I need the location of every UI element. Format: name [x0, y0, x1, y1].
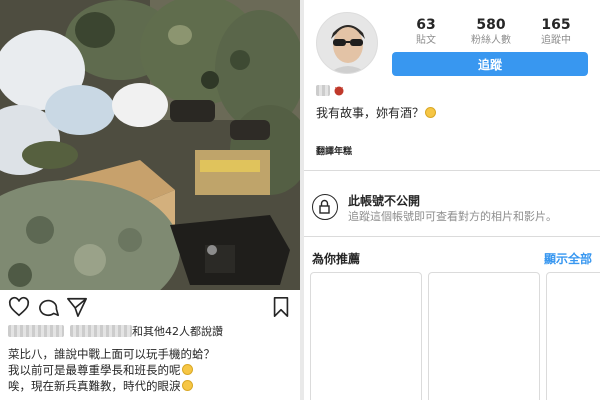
- stat-posts[interactable]: 63 貼文: [394, 16, 458, 48]
- caption-line: 我以前可是最尊重學長和班長的呢: [8, 362, 296, 378]
- post-caption: 菜比八，誰說中戰上面可以玩手機的蛤？ 我以前可是最尊重學長和班長的呢 唉，現在新…: [8, 346, 296, 394]
- comment-icon[interactable]: [38, 296, 60, 318]
- blurred-username: [8, 325, 64, 337]
- share-icon[interactable]: [66, 296, 88, 318]
- private-account-desc: 追蹤這個帳號即可查看對方的相片和影片。: [348, 210, 557, 223]
- caption-line-text: 唉，現在新兵真難教，時代的眼淚: [8, 379, 181, 393]
- follow-button[interactable]: 追蹤: [392, 52, 588, 76]
- post-photo[interactable]: [0, 0, 300, 290]
- blurred-username: [70, 325, 132, 337]
- caption-line-text: 我以前可是最尊重學長和班長的呢: [8, 363, 181, 377]
- lock-icon-frame: [312, 194, 338, 220]
- caption-line: 唉，現在新兵真難教，時代的眼淚: [8, 378, 296, 394]
- thinking-emoji-icon: [181, 380, 193, 391]
- lock-icon: [319, 199, 330, 214]
- profile-bio: 我有故事，妳有酒？: [316, 104, 437, 121]
- stat-posts-count: 63: [416, 17, 436, 33]
- profile-name: [316, 84, 345, 96]
- stat-following[interactable]: 165 追蹤中: [524, 16, 588, 48]
- avatar-image: [317, 13, 377, 73]
- private-account-title: 此帳號不公開: [348, 194, 421, 208]
- show-all-link[interactable]: 顯示全部: [544, 250, 592, 267]
- profile-panel: 63 貼文 580 粉絲人數 165 追蹤中 追蹤 我有故事，妳有酒？ 翻譯年糕…: [304, 0, 600, 400]
- post-actions: [0, 292, 300, 320]
- thinking-emoji-icon: [425, 107, 437, 118]
- bookmark-icon[interactable]: [270, 296, 292, 318]
- divider: [304, 170, 600, 171]
- likes-text: 和其他42人都說讚: [132, 325, 223, 338]
- translate-label[interactable]: 翻譯年糕: [316, 144, 352, 157]
- divider: [304, 236, 600, 237]
- likes-line[interactable]: 和其他42人都說讚: [8, 322, 223, 340]
- recommendation-card[interactable]: [310, 272, 422, 400]
- post-photo-illustration: [0, 0, 300, 290]
- stat-posts-label: 貼文: [416, 35, 436, 46]
- recommendation-card[interactable]: [428, 272, 540, 400]
- stat-followers-count: 580: [476, 17, 506, 33]
- stat-following-count: 165: [541, 17, 571, 33]
- stat-followers[interactable]: 580 粉絲人數: [459, 16, 523, 48]
- recommendation-card[interactable]: [546, 272, 600, 400]
- caption-line: 菜比八，誰說中戰上面可以玩手機的蛤？: [8, 347, 215, 361]
- stat-following-label: 追蹤中: [541, 35, 571, 46]
- laughing-emoji-icon: [181, 364, 193, 375]
- stat-followers-label: 粉絲人數: [471, 35, 511, 46]
- devil-emoji-icon: [334, 86, 344, 96]
- blurred-name: [316, 84, 330, 96]
- avatar[interactable]: [316, 12, 378, 74]
- heart-icon[interactable]: [8, 296, 30, 318]
- profile-bio-text: 我有故事，妳有酒？: [316, 106, 425, 120]
- recommend-title: 為你推薦: [312, 252, 361, 266]
- post-panel: 和其他42人都說讚 菜比八，誰說中戰上面可以玩手機的蛤？ 我以前可是最尊重學長和…: [0, 0, 300, 400]
